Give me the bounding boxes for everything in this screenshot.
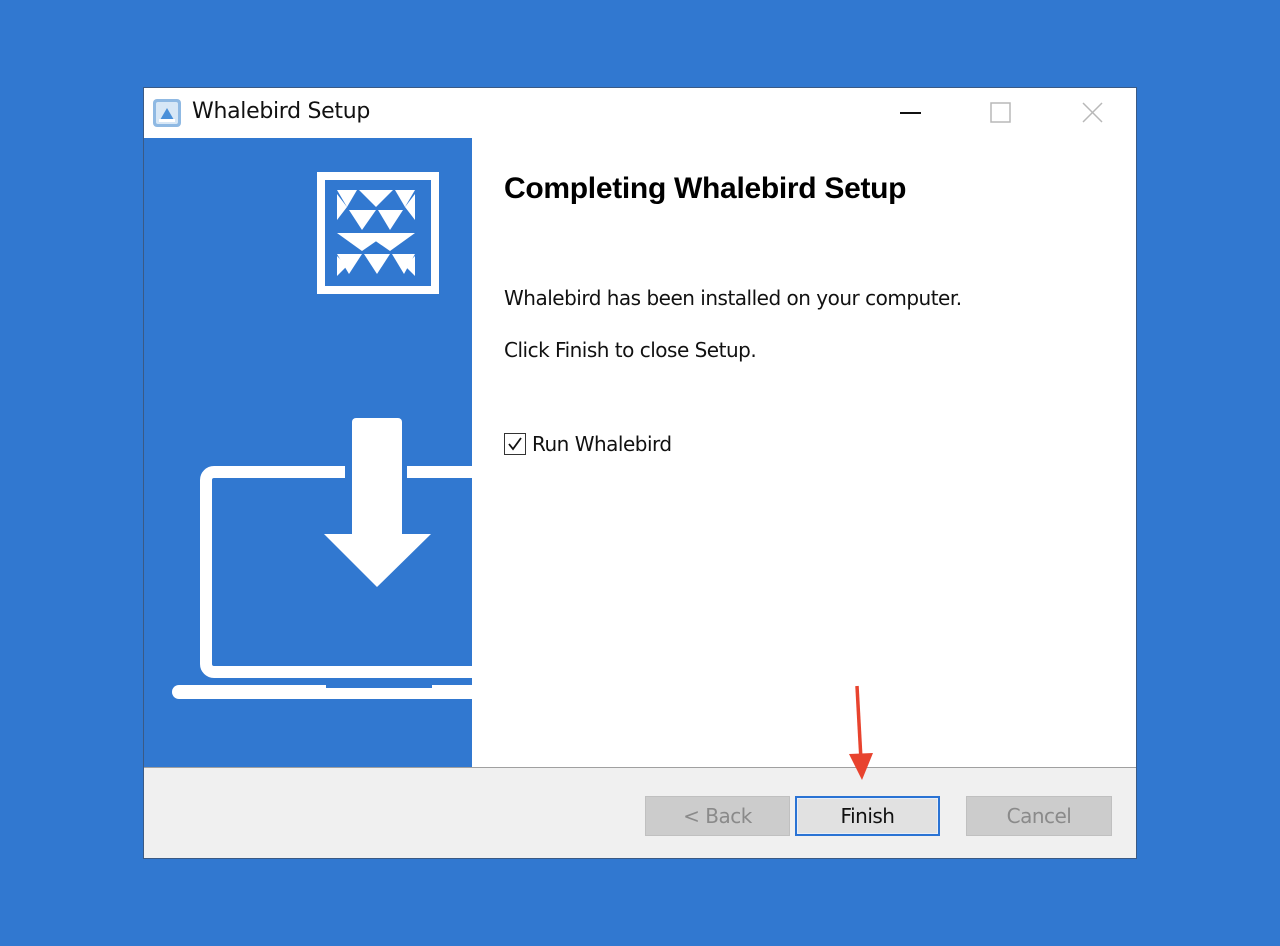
installed-message: Whalebird has been installed on your com…: [504, 286, 962, 310]
cancel-button[interactable]: Cancel: [966, 796, 1112, 836]
window-title: Whalebird Setup: [192, 99, 371, 124]
title-bar[interactable]: Whalebird Setup: [144, 88, 1136, 138]
run-whalebird-option[interactable]: Run Whalebird: [504, 432, 672, 456]
finish-button[interactable]: Finish: [795, 796, 940, 836]
run-whalebird-checkbox[interactable]: [504, 433, 526, 455]
whalebird-app-icon: [153, 99, 181, 127]
page-heading: Completing Whalebird Setup: [504, 172, 907, 205]
maximize-icon: [990, 102, 1011, 123]
button-bar: < Back Finish Cancel: [144, 767, 1136, 858]
content-area: Completing Whalebird Setup Whalebird has…: [472, 138, 1136, 767]
finish-instruction: Click Finish to close Setup.: [504, 338, 757, 362]
setup-window: Whalebird Setup Completing Whalebird Set…: [143, 87, 1137, 859]
minimize-icon: [900, 112, 921, 114]
back-button[interactable]: < Back: [645, 796, 790, 836]
run-whalebird-label[interactable]: Run Whalebird: [532, 432, 672, 456]
maximize-button[interactable]: [954, 88, 1046, 138]
laptop-download-icon: [172, 418, 472, 699]
side-banner: [144, 138, 472, 767]
checkmark-icon: [508, 437, 522, 451]
annotation-arrow-icon: [849, 685, 873, 780]
minimize-button[interactable]: [864, 88, 956, 138]
close-icon: [1082, 102, 1103, 123]
close-button[interactable]: [1046, 88, 1138, 138]
